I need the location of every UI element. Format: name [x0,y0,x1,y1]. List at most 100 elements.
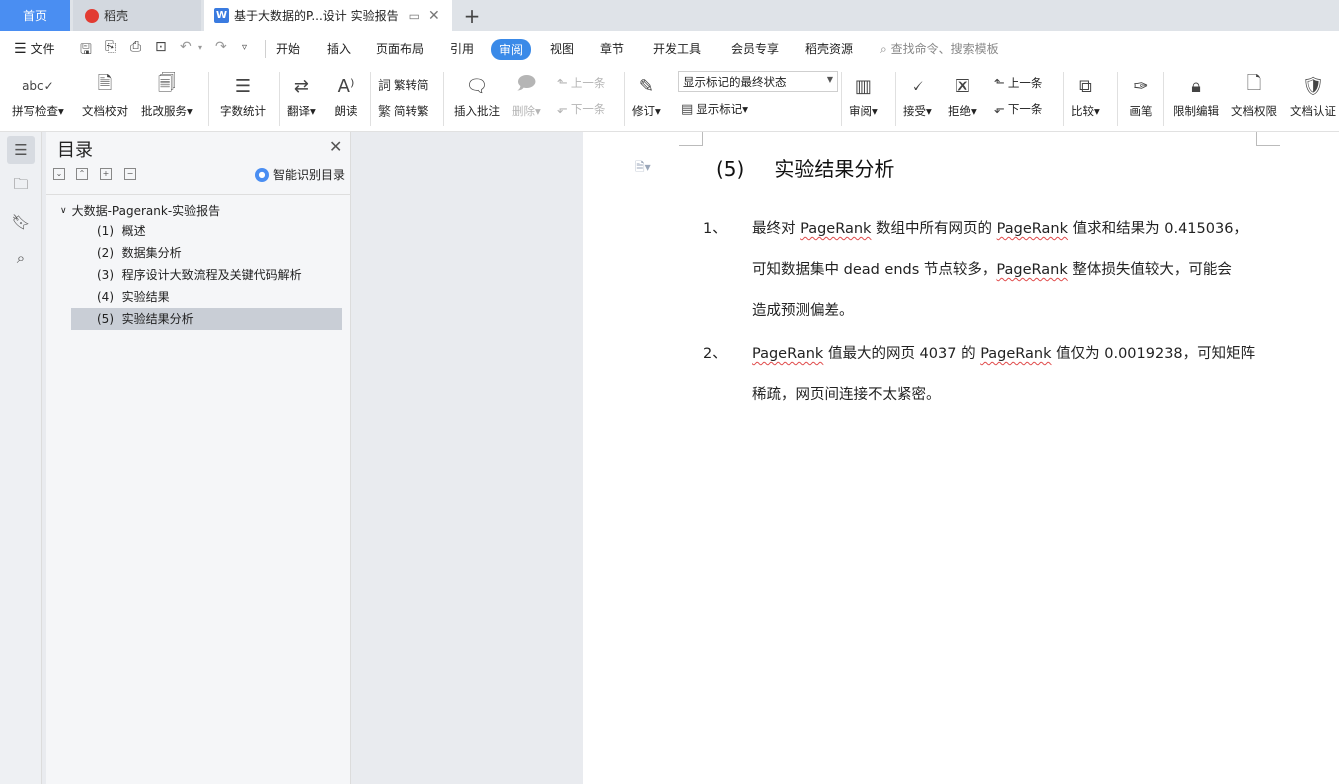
print-icon[interactable]: ⎙ [130,39,141,55]
revise-service-button[interactable]: 🗐 批改服务▾ [141,71,193,119]
review-pane-button[interactable]: ▥ 审阅▾ [849,71,878,119]
next-change-icon: ⬐ [994,101,1005,117]
tab-developer[interactable]: 开发工具 [653,40,701,57]
expand-all-icon[interactable]: + [100,168,112,180]
outline-item-overview[interactable]: (1) 概述 [71,220,342,242]
outline-item-label: 实验结果分析 [121,312,194,326]
outline-root-item[interactable]: ∨ 大数据-Pagerank-实验报告 [60,202,220,219]
outline-item-analysis[interactable]: (5) 实验结果分析 [71,308,342,330]
revise-service-icon: 🗐 [157,73,176,94]
search-icon[interactable]: ⌕ [7,244,35,272]
restrict-edit-button[interactable]: 🔒︎ 限制编辑 [1173,71,1219,119]
export-icon[interactable]: ⎘ [105,39,116,55]
outline-item-label: 概述 [121,224,146,238]
close-tab-icon[interactable]: ✕ [428,8,440,24]
prev-comment-icon: ⬑ [557,75,568,91]
tab-references[interactable]: 引用 [450,40,474,57]
prev-change-button[interactable]: ⬑ 上一条 [994,75,1042,91]
tab-start[interactable]: 开始 [276,40,300,57]
trad-to-simp-button[interactable]: 詞 繁转简 [378,75,429,95]
redo-icon[interactable]: ↷ [215,39,227,55]
list-item-line: 稀疏，网页间连接不太紧密。 [752,387,941,403]
delete-comment-button[interactable]: 🗩 删除▾ [512,71,541,119]
spell-check-button[interactable]: abc✓ 拼写检查▾ [12,71,64,119]
outline-item-label: 程序设计大致流程及关键代码解析 [121,268,302,282]
next-change-button[interactable]: ⬐ 下一条 [994,101,1042,117]
chevron-down-icon[interactable]: ∨ [60,206,67,216]
outline-divider [46,194,351,195]
undo-dropdown-icon[interactable]: ▾ [198,43,202,52]
outline-item-design[interactable]: (3) 程序设计大致流程及关键代码解析 [71,264,342,286]
print-preview-icon[interactable]: ⊡ [155,39,167,55]
prev-comment-button[interactable]: ⬑ 上一条 [557,75,605,91]
tab-daoke[interactable]: 稻壳 [73,0,201,31]
doc-cert-button[interactable]: 🛡︎ 文档认证 [1290,71,1336,119]
pin-icon[interactable]: ▭ [409,9,420,23]
doc-heading: (5) 实验结果分析 [716,153,894,182]
outline-item-results[interactable]: (4) 实验结果 [71,286,342,308]
ribbon-divider [208,72,209,126]
save-icon[interactable]: 🖫 [80,39,92,63]
command-search[interactable]: ⌕ 查找命令、搜索模板 [880,40,999,57]
reject-label: 拒绝 [948,104,971,118]
document-page[interactable]: 🗎▾ (5) 实验结果分析 1、 最终对 PageRank 数组中所有网页的 Pa… [583,132,1339,784]
file-menu-button[interactable]: ☰ 文件 [14,40,55,57]
word-count-button[interactable]: ☰ 字数统计 [220,71,266,119]
translate-button[interactable]: ⇄ 翻译▾ [287,71,316,119]
tab-insert[interactable]: 插入 [327,40,351,57]
paragraph-menu-icon[interactable]: 🗎▾ [635,158,651,179]
tab-page-layout[interactable]: 页面布局 [376,40,424,57]
collapse-all-icon[interactable]: ⌄ [53,168,65,180]
pen-button[interactable]: ✑ 画笔 [1127,71,1155,119]
trad-to-simp-icon: 詞 [378,79,392,94]
tab-home-label: 首页 [22,9,47,23]
ribbon-divider [279,72,280,126]
smart-outline-button[interactable]: ● 智能识别目录 [255,166,345,183]
simp-to-trad-button[interactable]: 繁 简转繁 [378,101,429,121]
collapse-level-icon[interactable]: − [124,168,136,180]
tab-daoke-resources[interactable]: 稻壳资源 [805,40,853,57]
outline-item-label: 实验结果 [121,290,170,304]
outline-item-dataset[interactable]: (2) 数据集分析 [71,242,342,264]
tab-view[interactable]: 视图 [550,40,574,57]
outline-item-num: (1) [97,224,114,238]
close-icon[interactable]: ✕ [329,137,342,156]
tab-chapter[interactable]: 章节 [600,40,624,57]
next-comment-button[interactable]: ⬐ 下一条 [557,101,605,117]
ribbon-divider [895,72,896,126]
bookmark-icon[interactable]: 🔖︎ [7,208,35,236]
customize-quick-access-icon[interactable]: ▿ [242,42,247,53]
markup-state-select[interactable]: 显示标记的最终状态 ▼ [678,71,838,92]
doc-heading-number: (5) [716,157,745,181]
insert-comment-icon: 🗨 [465,75,489,97]
doc-proof-icon: 🗎 [97,73,113,94]
revise-service-label: 批改服务 [141,104,187,118]
compare-button[interactable]: ⧉ 比较▾ [1071,71,1100,119]
doc-proof-button[interactable]: 🗎 文档校对 [82,71,128,119]
undo-icon[interactable]: ↶ [180,39,192,55]
doc-permission-button[interactable]: 🗋 文档权限 [1231,71,1277,119]
read-aloud-icon: A⁾ [337,75,355,97]
tab-member[interactable]: 会员专享 [731,40,779,57]
tab-document-label: 基于大数据的P...设计 实验报告 [234,9,399,23]
tab-review[interactable]: 审阅 [491,39,532,60]
insert-comment-label: 插入批注 [454,104,500,118]
insert-comment-button[interactable]: 🗨 插入批注 [454,71,500,119]
accept-button[interactable]: 🗸 接受▾ [903,71,932,119]
reject-button[interactable]: 🗷 拒绝▾ [948,71,977,119]
chevron-down-icon: ▼ [826,75,833,84]
show-markup-button[interactable]: ▤ 显示标记 ▾ [681,101,748,117]
read-aloud-button[interactable]: A⁾ 朗读 [332,71,360,119]
outline-icon[interactable]: ☰ [7,136,35,164]
word-count-label: 字数统计 [220,104,266,118]
new-tab-button[interactable]: + [460,0,484,31]
expand-up-icon[interactable]: ⌃ [76,168,88,180]
spell-error: PageRank [752,346,824,362]
track-changes-button[interactable]: ✎ 修订▾ [632,71,661,119]
chapter-nav-icon[interactable]: 🗀 [7,172,35,200]
list-item-line: 可知数据集中 dead ends 节点较多，PageRank 整体损失值较大，可… [752,262,1232,278]
lock-icon: 🔒︎ [1191,75,1201,97]
tab-document[interactable]: W 基于大数据的P...设计 实验报告 ▭ ✕ [204,0,452,31]
spell-error: PageRank [996,262,1068,278]
tab-home[interactable]: 首页 [0,0,70,31]
